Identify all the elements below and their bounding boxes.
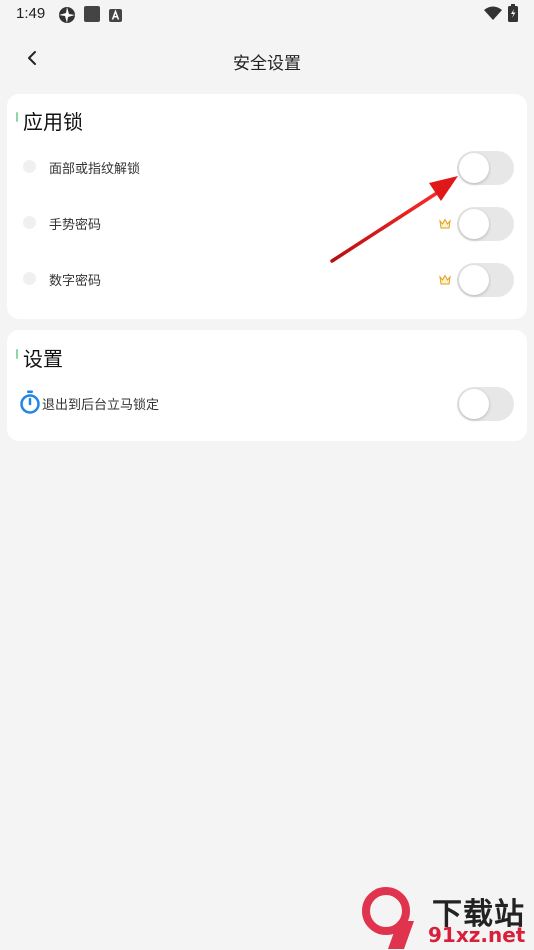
toggle-knob bbox=[459, 209, 489, 239]
gesture-password-toggle[interactable] bbox=[457, 207, 514, 241]
crown-icon bbox=[439, 274, 451, 285]
gesture-icon bbox=[23, 216, 36, 229]
watermark: 下载站 91xz.net bbox=[360, 885, 534, 950]
settings-card: 设置 退出到后台立马锁定 bbox=[7, 330, 527, 441]
section-marker bbox=[16, 349, 18, 359]
row-lock-on-background: 退出到后台立马锁定 bbox=[7, 379, 527, 429]
row-gesture-password: 手势密码 bbox=[7, 199, 527, 249]
page-title: 安全设置 bbox=[233, 54, 301, 74]
status-bar: 1:49 bbox=[0, 0, 534, 28]
row-label: 手势密码 bbox=[49, 218, 102, 233]
face-fingerprint-unlock-toggle[interactable] bbox=[457, 151, 514, 185]
row-numeric-password: 数字密码 bbox=[7, 255, 527, 305]
status-time: 1:49 bbox=[16, 5, 46, 22]
row-label: 退出到后台立马锁定 bbox=[42, 398, 160, 413]
battery-icon bbox=[508, 4, 518, 26]
toggle-knob bbox=[459, 265, 489, 295]
row-label: 面部或指纹解锁 bbox=[49, 162, 141, 177]
lock-on-background-toggle[interactable] bbox=[457, 387, 514, 421]
a-box-icon bbox=[109, 7, 122, 26]
app-lock-card: 应用锁 面部或指纹解锁 手势密码 数字密码 bbox=[7, 94, 527, 319]
header: 安全设置 bbox=[0, 36, 534, 82]
numeric-password-toggle[interactable] bbox=[457, 263, 514, 297]
watermark-logo-icon bbox=[362, 887, 414, 949]
section-marker bbox=[16, 112, 18, 122]
timer-icon bbox=[20, 390, 40, 414]
aperture-icon bbox=[58, 6, 76, 28]
section-title-app-lock: 应用锁 bbox=[23, 110, 83, 134]
square-app-icon bbox=[84, 6, 100, 26]
row-face-fingerprint-unlock: 面部或指纹解锁 bbox=[7, 143, 527, 193]
toggle-knob bbox=[459, 153, 489, 183]
section-title-settings: 设置 bbox=[23, 347, 63, 371]
fingerprint-icon bbox=[23, 160, 36, 173]
watermark-url: 91xz.net bbox=[428, 923, 526, 947]
row-label: 数字密码 bbox=[49, 274, 102, 289]
numeric-icon bbox=[23, 272, 36, 285]
crown-icon bbox=[439, 218, 451, 229]
wifi-icon bbox=[484, 6, 502, 25]
toggle-knob bbox=[459, 389, 489, 419]
